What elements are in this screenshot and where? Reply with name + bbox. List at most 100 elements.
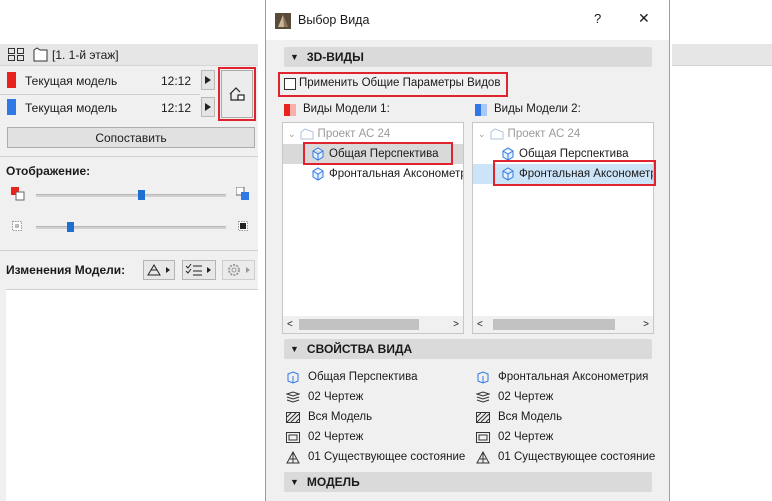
tree2-item-label: Общая Перспектива xyxy=(519,148,629,160)
model-changes-list[interactable] xyxy=(6,289,258,501)
floor-plan-icon xyxy=(33,47,49,62)
section-view-properties[interactable]: ▼ СВОЙСТВА ВИДА xyxy=(284,339,652,359)
model2-views-header: Виды Модели 2: xyxy=(494,103,581,115)
prop-value: Фронтальная Аксонометрия xyxy=(498,371,649,383)
prop-renovation: 01 Существующее состояние xyxy=(286,447,466,467)
props-left-column: Общая Перспектива 02 Чертеж Вся Модель 0… xyxy=(286,367,466,467)
frame-icon xyxy=(286,431,300,443)
canvas-area xyxy=(672,66,772,501)
prop-value: 02 Чертеж xyxy=(498,391,554,403)
tab-bar xyxy=(672,44,772,66)
perspective-view-icon xyxy=(501,147,515,161)
model1-menu-button[interactable] xyxy=(201,70,215,90)
prop-layer-set: 02 Чертеж xyxy=(476,387,666,407)
section-3d-title: 3D-ВИДЫ xyxy=(306,50,364,64)
model1-opacity-track[interactable] xyxy=(36,194,226,197)
checklist-icon xyxy=(185,263,211,276)
model2-menu-button[interactable] xyxy=(201,97,215,117)
settings-button[interactable] xyxy=(222,260,255,280)
tree1-project-label: Проект АС 24 xyxy=(317,128,391,140)
view-select-button[interactable] xyxy=(221,70,253,118)
tree2-project-label: Проект АС 24 xyxy=(507,128,581,140)
model1-time: 12:12 xyxy=(161,74,192,88)
tree2-selection-highlight xyxy=(493,160,656,186)
floor-bar: [1. 1-й этаж] xyxy=(0,44,258,66)
collapse-triangle-icon: ▼ xyxy=(290,344,299,354)
prop-pen-set: 02 Чертеж xyxy=(286,427,466,447)
model2-views-icon xyxy=(475,104,487,116)
collapse-triangle-icon: ▼ xyxy=(290,477,299,487)
section-props-title: СВОЙСТВА ВИДА xyxy=(306,342,413,356)
hatch-icon xyxy=(286,411,300,423)
project-folder-icon xyxy=(490,128,504,140)
model1-name: Текущая модель xyxy=(25,74,118,88)
section-model-title: МОДЕЛЬ xyxy=(306,475,360,489)
tree1-scroll-thumb[interactable] xyxy=(298,319,419,330)
prop-value: Вся Модель xyxy=(498,411,563,423)
tree1-selection-highlight xyxy=(303,142,453,165)
tree1-project-node[interactable]: ⌄ Проект АС 24 xyxy=(288,124,390,144)
red-overlay-icon xyxy=(11,187,25,201)
contrast-track[interactable] xyxy=(36,226,226,229)
axonometry-view-icon xyxy=(476,370,490,384)
props-right-column: Фронтальная Аксонометрия 02 Чертеж Вся М… xyxy=(476,367,666,467)
blue-overlay-icon xyxy=(236,187,250,201)
model1-opacity-thumb[interactable] xyxy=(137,190,145,200)
renovation-icon xyxy=(476,450,490,464)
layers-icon xyxy=(286,391,300,403)
marker-icon xyxy=(147,264,170,276)
close-button[interactable]: ✕ xyxy=(638,10,650,27)
floor-label: [1. 1-й этаж] xyxy=(52,48,119,62)
prop-value: 02 Чертеж xyxy=(498,431,554,443)
caret-right-icon xyxy=(205,76,211,84)
divider xyxy=(0,156,258,157)
tree1-hscrollbar[interactable]: < > xyxy=(283,316,463,333)
model-changes-label: Изменения Модели: xyxy=(6,263,126,277)
perspective-view-icon xyxy=(286,370,300,384)
apply-common-params-checkbox[interactable] xyxy=(284,78,296,90)
caret-right-icon xyxy=(205,103,211,111)
compare-button[interactable]: Сопоставить xyxy=(7,127,255,148)
view-select-dialog: Выбор Вида ? ✕ ▼ 3D-ВИДЫ Применить Общие… xyxy=(265,0,670,501)
model2-views-tree[interactable]: ⌄ Проект АС 24 Общая Перспектива Фронтал… xyxy=(472,122,654,334)
model1-views-icon xyxy=(284,104,296,116)
collapse-arrow-icon: ⌄ xyxy=(288,128,296,139)
dialog-titlebar: Выбор Вида ? ✕ xyxy=(266,0,669,40)
scroll-right-icon[interactable]: > xyxy=(643,319,649,330)
prop-renovation: 01 Существующее состояние xyxy=(476,447,666,467)
scroll-left-icon[interactable]: < xyxy=(477,319,483,330)
section-3d-views[interactable]: ▼ 3D-ВИДЫ xyxy=(284,47,652,67)
tree2-project-node[interactable]: ⌄ Проект АС 24 xyxy=(478,124,580,144)
prop-value: 01 Существующее состояние xyxy=(498,451,656,463)
prop-layer-set: 02 Чертеж xyxy=(286,387,466,407)
tree2-hscrollbar[interactable]: < > xyxy=(473,316,653,333)
marker-tool-button[interactable] xyxy=(143,260,175,280)
gear-icon xyxy=(227,264,250,276)
display-label: Отображение: xyxy=(6,164,91,178)
section-model[interactable]: ▼ МОДЕЛЬ xyxy=(284,472,652,492)
prop-view-name: Фронтальная Аксонометрия xyxy=(476,367,666,387)
grid-view-icon[interactable] xyxy=(8,48,24,61)
model2-color-swatch xyxy=(7,99,16,115)
hatch-icon xyxy=(476,411,490,423)
divider xyxy=(0,94,200,95)
house-view-icon xyxy=(229,87,245,101)
tree1-item-axonometry[interactable]: Фронтальная Аксонометрия xyxy=(311,164,463,184)
palette-top-area xyxy=(0,0,258,44)
scroll-right-icon[interactable]: > xyxy=(453,319,459,330)
scroll-left-icon[interactable]: < xyxy=(287,319,293,330)
model1-color-swatch xyxy=(7,72,16,88)
tree1-item-label: Фронтальная Аксонометрия xyxy=(329,168,463,180)
prop-model-filter: Вся Модель xyxy=(476,407,666,427)
contrast-thumb[interactable] xyxy=(67,222,75,232)
collapse-arrow-icon: ⌄ xyxy=(478,128,486,139)
divider xyxy=(0,250,258,251)
layers-icon xyxy=(476,391,490,403)
help-button[interactable]: ? xyxy=(594,11,601,26)
changes-list-button[interactable] xyxy=(182,260,216,280)
apply-common-params-label[interactable]: Применить Общие Параметры Видов xyxy=(299,77,500,89)
tree2-scroll-thumb[interactable] xyxy=(492,319,615,330)
dialog-title: Выбор Вида xyxy=(298,13,370,27)
light-square-icon xyxy=(12,221,22,231)
dark-square-icon xyxy=(238,221,248,231)
